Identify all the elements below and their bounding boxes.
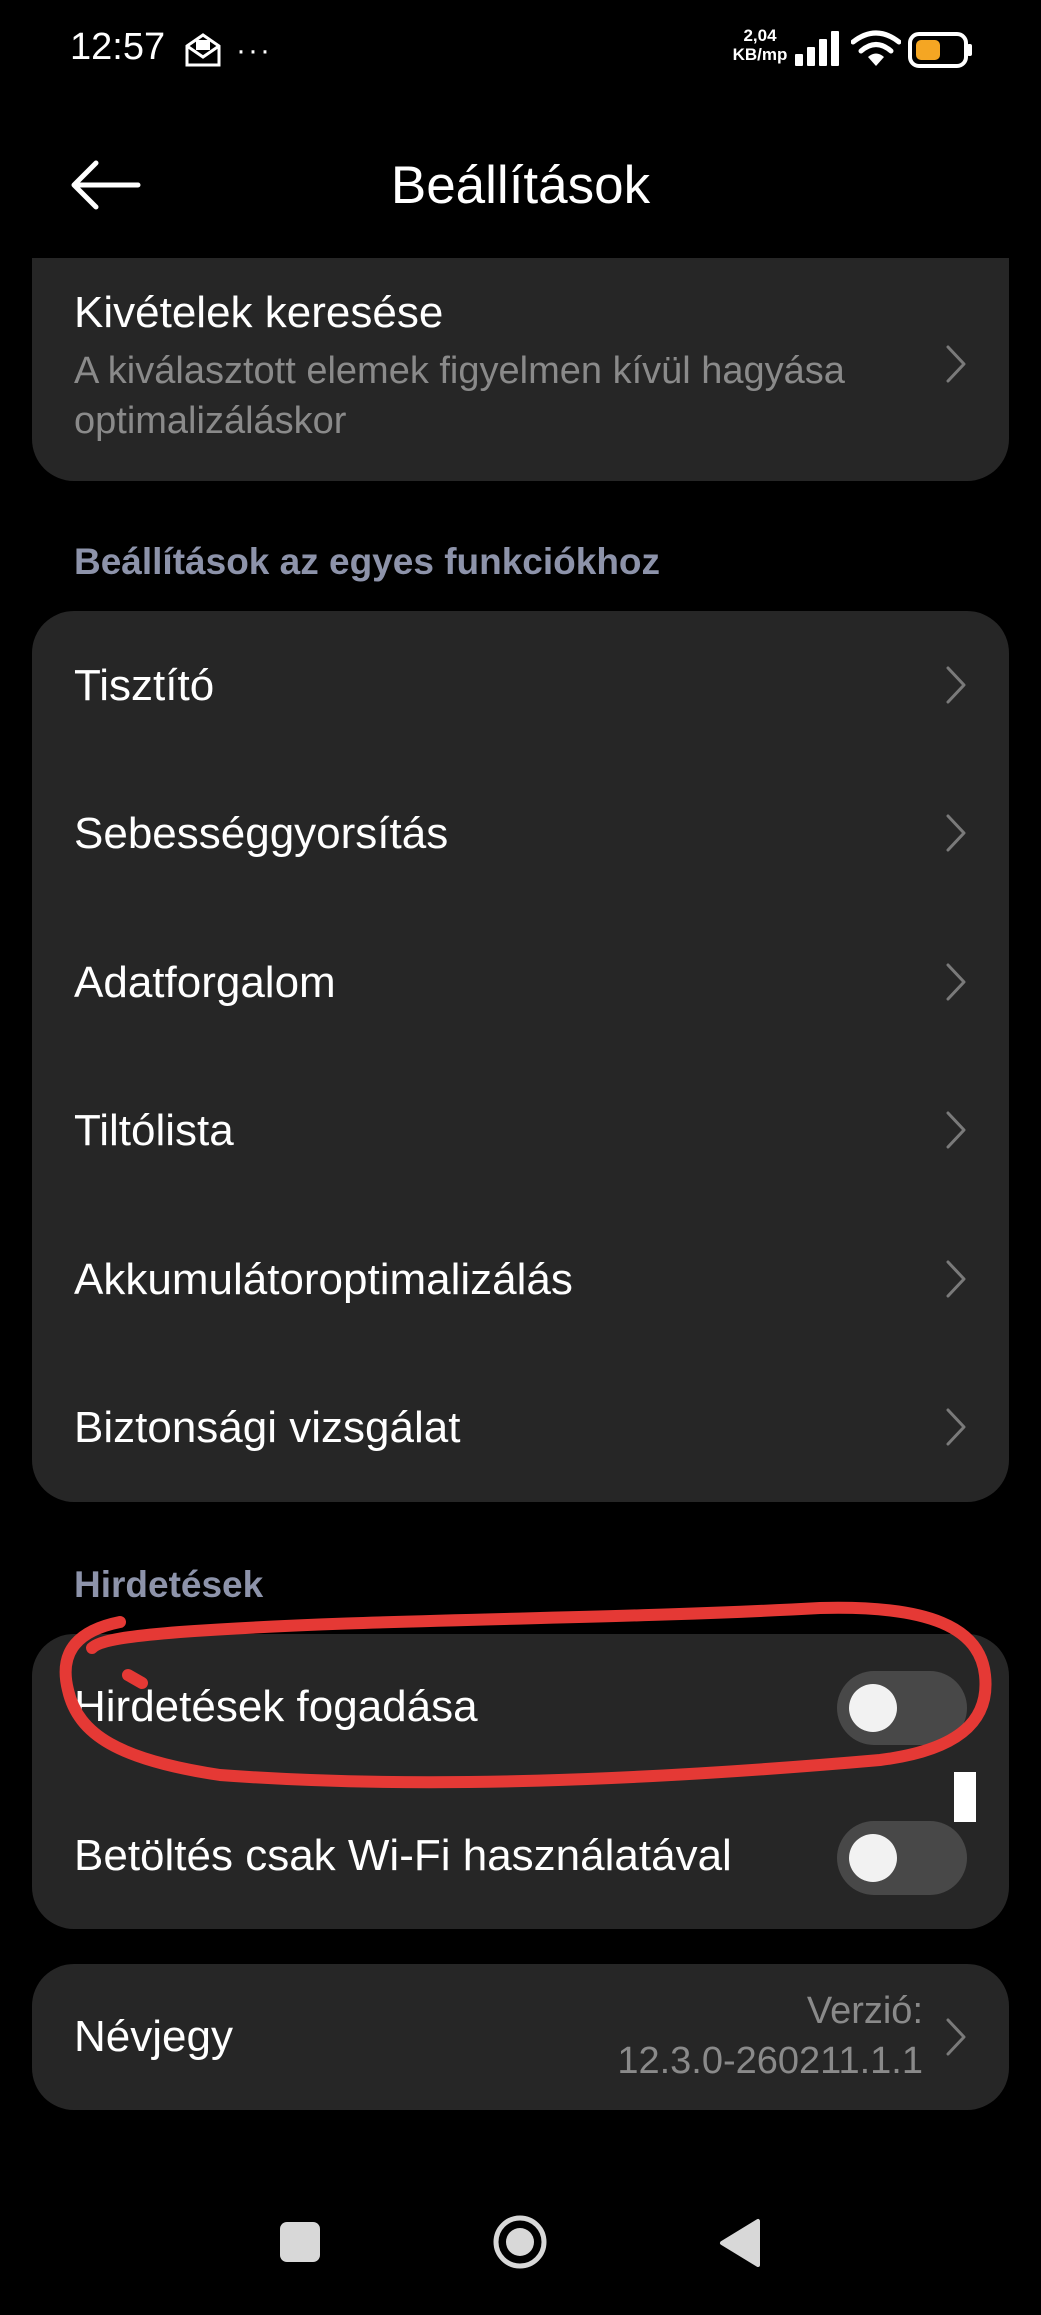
version-label: Verzió: bbox=[806, 1990, 923, 2032]
signal-icon bbox=[795, 31, 839, 66]
chevron-right-icon bbox=[946, 2018, 966, 2056]
receive-ads-row[interactable]: Hirdetések fogadása bbox=[32, 1634, 1009, 1782]
exceptions-subtitle: A kiválasztott elemek figyelmen kívül ha… bbox=[74, 350, 845, 442]
ads-section-label: Hirdetések bbox=[74, 1564, 264, 1605]
list-item-label: Tisztító bbox=[74, 661, 215, 710]
net-speed-unit: KB/mp bbox=[732, 45, 788, 64]
chevron-right-icon bbox=[946, 666, 966, 704]
navigation-bar bbox=[0, 2180, 1041, 2315]
list-item-label: Sebességgyorsítás bbox=[74, 809, 449, 858]
home-icon[interactable] bbox=[492, 2214, 548, 2270]
chevron-right-icon bbox=[946, 1408, 966, 1446]
recents-icon[interactable] bbox=[280, 2222, 320, 2262]
list-item-akkumulatoroptimalizalas[interactable]: Akkumulátoroptimalizálás bbox=[32, 1205, 1009, 1353]
about-row[interactable]: Névjegy Verzió: 12.3.0-260211.1.1 bbox=[32, 1964, 1009, 2110]
list-item-tisztito[interactable]: Tisztító bbox=[32, 611, 1009, 759]
net-speed: 2,04 KB/mp bbox=[730, 26, 790, 64]
toggle-knob bbox=[849, 1834, 897, 1882]
list-item-tiltolista[interactable]: Tiltólista bbox=[32, 1056, 1009, 1204]
settings-screen: 12:57 ··· 2,04 KB/mp Beállítások Kivétel… bbox=[0, 0, 1041, 2315]
chevron-right-icon bbox=[946, 1111, 966, 1149]
ads-card: Hirdetések fogadása Betöltés csak Wi-Fi … bbox=[32, 1634, 1009, 1929]
chevron-right-icon bbox=[946, 345, 966, 383]
chevron-right-icon bbox=[946, 1260, 966, 1298]
features-section-label: Beállítások az egyes funkciókhoz bbox=[74, 541, 661, 582]
list-item-label: Akkumulátoroptimalizálás bbox=[74, 1255, 573, 1304]
wifi-only-toggle[interactable] bbox=[837, 1821, 967, 1895]
wifi-icon bbox=[851, 30, 901, 66]
version-number: 12.3.0-260211.1.1 bbox=[617, 2040, 923, 2082]
list-item-sebessegyorsitas[interactable]: Sebességgyorsítás bbox=[32, 759, 1009, 907]
features-card: Tisztító Sebességgyorsítás Adatforgalom … bbox=[32, 611, 1009, 1502]
more-notifications-icon: ··· bbox=[236, 34, 272, 67]
wifi-only-row[interactable]: Betöltés csak Wi-Fi használatával bbox=[32, 1781, 1009, 1929]
list-item-label: Biztonsági vizsgálat bbox=[74, 1403, 461, 1452]
chevron-right-icon bbox=[946, 963, 966, 1001]
status-bar: 12:57 ··· 2,04 KB/mp bbox=[0, 0, 1041, 105]
page-title: Beállítások bbox=[390, 156, 651, 215]
version-info: Verzió: 12.3.0-260211.1.1 bbox=[617, 1986, 923, 2086]
exceptions-title: Kivételek keresése bbox=[74, 288, 444, 337]
wifi-only-label: Betöltés csak Wi-Fi használatával bbox=[74, 1831, 732, 1880]
list-item-label: Tiltólista bbox=[74, 1106, 234, 1155]
exceptions-row[interactable]: Kivételek keresése A kiválasztott elemek… bbox=[32, 258, 1009, 481]
back-icon[interactable] bbox=[718, 2218, 760, 2268]
battery-icon bbox=[908, 32, 972, 68]
mail-icon bbox=[185, 33, 221, 67]
list-item-label: Adatforgalom bbox=[74, 958, 336, 1007]
about-label: Névjegy bbox=[74, 2012, 233, 2061]
chevron-right-icon bbox=[946, 814, 966, 852]
toggle-knob bbox=[849, 1684, 897, 1732]
list-item-biztonsagi-vizsgalat[interactable]: Biztonsági vizsgálat bbox=[32, 1353, 1009, 1501]
receive-ads-label: Hirdetések fogadása bbox=[74, 1682, 478, 1731]
net-speed-value: 2,04 bbox=[743, 26, 777, 45]
receive-ads-toggle[interactable] bbox=[837, 1671, 967, 1745]
status-time: 12:57 bbox=[70, 26, 166, 68]
list-item-adatforgalom[interactable]: Adatforgalom bbox=[32, 908, 1009, 1056]
